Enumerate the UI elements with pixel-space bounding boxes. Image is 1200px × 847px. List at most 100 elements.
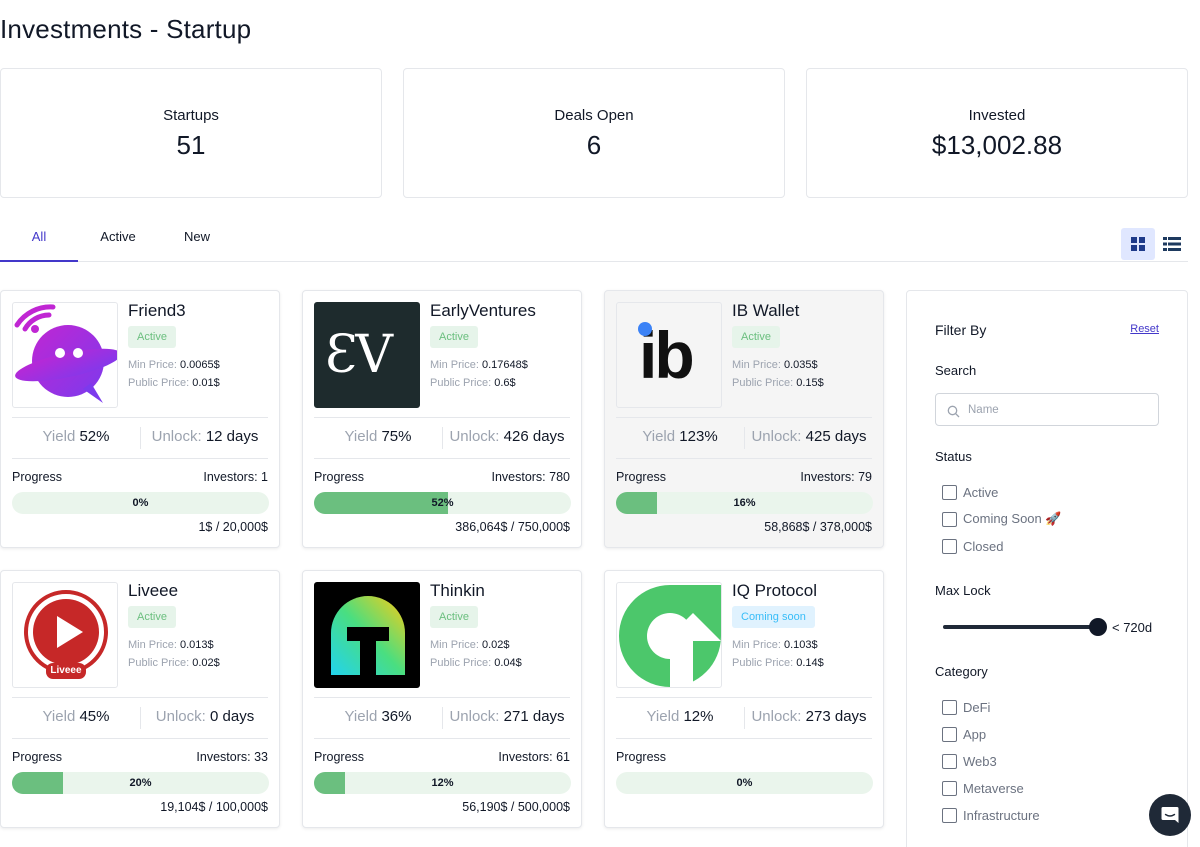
stat-label: Deals Open: [554, 107, 634, 124]
thinkin-logo: [314, 582, 420, 688]
progress-bar: 52%: [314, 492, 571, 514]
public-price: Public Price: 0.15$: [732, 377, 824, 389]
startup-name: Thinkin: [430, 581, 485, 600]
status-checkbox-closed[interactable]: Closed: [942, 538, 1003, 554]
progress-percent: 0%: [132, 497, 149, 509]
min-price: Min Price: 0.013$: [128, 639, 214, 651]
startup-name: IQ Protocol: [732, 581, 818, 600]
unlock-period: Unlock: 426 days: [449, 428, 565, 445]
progress-label: Progress: [12, 750, 63, 764]
list-view-button[interactable]: [1155, 228, 1189, 260]
unlock-period: Unlock: 0 days: [155, 708, 255, 725]
grid-icon: [1131, 237, 1145, 251]
tab-all[interactable]: All: [0, 222, 78, 262]
raised-amount: 19,104$ / 100,000$: [160, 800, 268, 814]
unlock-period: Unlock: 271 days: [449, 708, 565, 725]
slider-thumb[interactable]: [1089, 618, 1107, 636]
progress-label: Progress: [12, 470, 63, 484]
reset-link[interactable]: Reset: [1130, 323, 1159, 335]
unlock-period: Unlock: 425 days: [751, 428, 867, 445]
progress-bar: 0%: [12, 492, 269, 514]
search-label: Search: [935, 363, 977, 378]
progress-bar: 12%: [314, 772, 571, 794]
startup-card[interactable]: Liveee Liveee Active Min Price: 0.013$ P…: [0, 570, 280, 828]
startup-card[interactable]: ib IB Wallet Active Min Price: 0.035$ Pu…: [604, 290, 884, 548]
liveee-logo: Liveee: [12, 582, 118, 688]
raised-amount: 56,190$ / 500,000$: [462, 800, 570, 814]
search-icon: [947, 405, 960, 418]
stat-card-startups: Startups 51: [0, 68, 382, 198]
raised-amount: 386,064$ / 750,000$: [455, 520, 570, 534]
progress-percent: 12%: [431, 777, 454, 789]
stat-card-invested: Invested $13,002.88: [806, 68, 1188, 198]
iq-protocol-logo: [616, 582, 722, 688]
stat-value: 51: [176, 130, 206, 160]
progress-label: Progress: [314, 470, 365, 484]
status-label: Status: [935, 449, 972, 464]
progress-label: Progress: [616, 750, 667, 764]
yield: Yield 75%: [344, 428, 412, 445]
investors-count: Investors: 1: [203, 470, 268, 484]
chat-button[interactable]: [1149, 794, 1191, 836]
category-checkbox-app[interactable]: App: [942, 726, 986, 742]
unlock-period: Unlock: 12 days: [151, 428, 259, 445]
category-checkbox-defi[interactable]: DeFi: [942, 699, 990, 715]
public-price: Public Price: 0.14$: [732, 657, 824, 669]
stat-label: Invested: [968, 107, 1026, 124]
investors-count: Investors: 780: [491, 470, 570, 484]
public-price: Public Price: 0.01$: [128, 377, 220, 389]
startup-card[interactable]: IQ Protocol Coming soon Min Price: 0.103…: [604, 570, 884, 828]
stat-value: $13,002.88: [931, 130, 1063, 160]
status-checkbox-active[interactable]: Active: [942, 484, 998, 500]
tab-active[interactable]: Active: [79, 222, 157, 261]
startup-name: IB Wallet: [732, 301, 800, 320]
startup-card[interactable]: ƐV EarlyVentures Active Min Price: 0.176…: [302, 290, 582, 548]
grid-view-button[interactable]: [1121, 228, 1155, 260]
investors-count: Investors: 61: [498, 750, 570, 764]
startup-name: Liveee: [128, 581, 179, 600]
investors-count: Investors: 33: [196, 750, 268, 764]
status-badge: Active: [430, 326, 478, 348]
raised-amount: 1$ / 20,000$: [198, 520, 268, 534]
yield: Yield 123%: [642, 428, 718, 445]
yield: Yield 36%: [344, 708, 412, 725]
category-checkbox-metaverse[interactable]: Metaverse: [942, 780, 1024, 796]
yield: Yield 45%: [42, 708, 110, 725]
search-input[interactable]: [968, 400, 1148, 420]
stat-card-deals-open: Deals Open 6: [403, 68, 785, 198]
investors-count: Investors: 79: [800, 470, 872, 484]
raised-amount: 58,868$ / 378,000$: [764, 520, 872, 534]
yield: Yield 12%: [646, 708, 714, 725]
progress-bar: 16%: [616, 492, 873, 514]
search-box[interactable]: [935, 393, 1159, 426]
status-badge: Active: [128, 606, 176, 628]
status-badge: Active: [430, 606, 478, 628]
category-label: Category: [935, 664, 988, 679]
progress-percent: 0%: [736, 777, 753, 789]
status-checkbox-coming-soon[interactable]: Coming Soon 🚀: [942, 511, 1062, 527]
tab-new[interactable]: New: [158, 222, 236, 261]
stat-value: 6: [586, 130, 602, 160]
min-price: Min Price: 0.0065$: [128, 359, 220, 371]
stat-label: Startups: [163, 107, 219, 124]
yield: Yield 52%: [42, 428, 110, 445]
public-price: Public Price: 0.6$: [430, 377, 516, 389]
chat-icon: [1161, 807, 1179, 823]
max-lock-value: < 720d: [1112, 620, 1153, 635]
status-badge: Active: [128, 326, 176, 348]
progress-percent: 52%: [431, 497, 454, 509]
progress-percent: 16%: [733, 497, 756, 509]
filter-title: Filter By: [935, 322, 987, 338]
startup-card[interactable]: Thinkin Active Min Price: 0.02$ Public P…: [302, 570, 582, 828]
tab-bar: All Active New: [0, 222, 1188, 262]
friend3-logo: [12, 302, 118, 408]
startup-card[interactable]: Friend3 Active Min Price: 0.0065$ Public…: [0, 290, 280, 548]
category-checkbox-web3[interactable]: Web3: [942, 753, 997, 769]
max-lock-slider[interactable]: [943, 617, 1107, 637]
category-checkbox-infrastructure[interactable]: Infrastructure: [942, 807, 1040, 823]
stats-row: Startups 51 Deals Open 6 Invested $13,00…: [0, 68, 1188, 198]
max-lock-label: Max Lock: [935, 583, 991, 598]
min-price: Min Price: 0.103$: [732, 639, 818, 651]
min-price: Min Price: 0.035$: [732, 359, 818, 371]
earlyventures-logo: ƐV: [314, 302, 420, 408]
